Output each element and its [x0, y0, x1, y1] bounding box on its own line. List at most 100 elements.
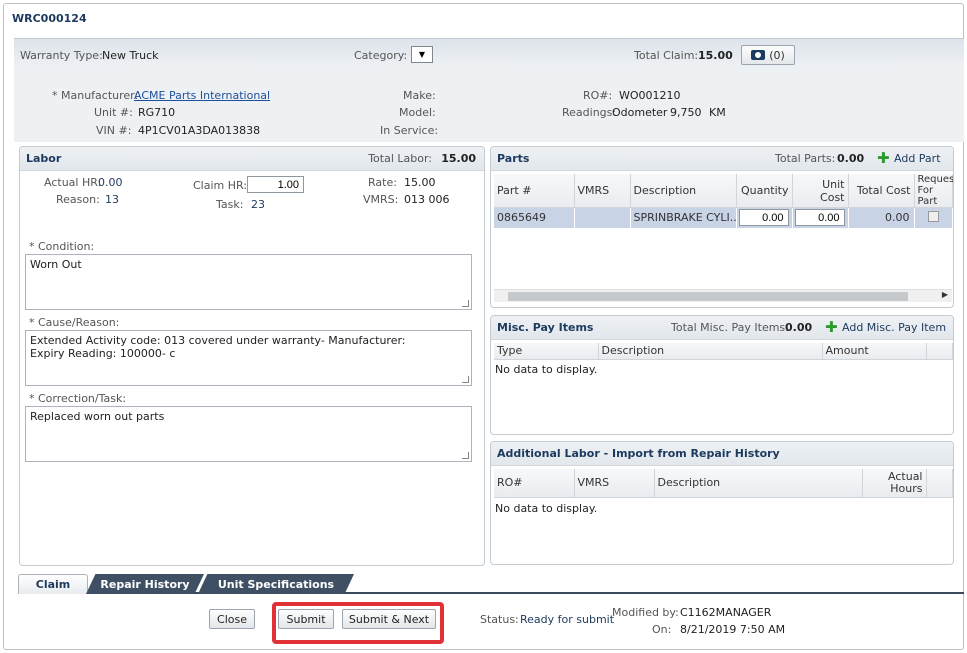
table-row[interactable]: 0865649 SPRINBRAKE CYLI... 0.00: [494, 207, 952, 228]
claim-hr-input[interactable]: [247, 176, 304, 193]
cause-label: * Cause/Reason:: [29, 316, 120, 329]
resize-handle-icon[interactable]: [462, 452, 469, 459]
vin-value: 4P1CV01A3DA013838: [138, 124, 261, 137]
claim-window: WRC000124 Warranty Type: New Truck Categ…: [3, 3, 964, 650]
modified-by-label: Modified by:: [612, 606, 679, 619]
model-label: Model:: [399, 106, 436, 119]
additional-labor-table-header: RO# VMRS Description Actual Hours: [494, 469, 953, 498]
arrow-right-icon[interactable]: ▶: [942, 290, 948, 299]
warranty-type-value: New Truck: [102, 49, 159, 62]
col-vmrs[interactable]: VMRS: [574, 469, 655, 498]
col-part-number[interactable]: Part #: [494, 174, 575, 208]
submit-next-button[interactable]: Submit & Next: [342, 609, 436, 629]
misc-pay-table: Type Description Amount: [494, 343, 953, 360]
parts-table-header: Part # VMRS Description Quantity Unit Co…: [494, 174, 953, 208]
parts-table: Part # VMRS Description Quantity Unit Co…: [494, 174, 953, 228]
attachments-button[interactable]: (0): [741, 45, 795, 65]
task-value: 23: [251, 198, 265, 211]
labor-title: Labor: [26, 152, 62, 165]
modified-by-value: C1162MANAGER: [680, 606, 772, 619]
additional-labor-panel: Additional Labor - Import from Repair Hi…: [490, 441, 954, 565]
description-cell: SPRINBRAKE CYLI...: [630, 207, 737, 228]
reason-label: Reason:: [56, 193, 100, 206]
col-ro-number[interactable]: RO#: [494, 469, 575, 498]
col-request-for-part[interactable]: Request For Part: [914, 174, 953, 208]
col-total-cost[interactable]: Total Cost: [848, 174, 915, 208]
manufacturer-link[interactable]: ACME Parts International: [134, 89, 270, 102]
cause-text-line-2: Expiry Reading: 100000- c: [30, 347, 176, 360]
col-filler: [926, 343, 953, 360]
manufacturer-label: * Manufacturer:: [52, 89, 139, 102]
additional-labor-panel-header: Additional Labor - Import from Repair Hi…: [491, 442, 953, 466]
total-claim-label: Total Claim:: [634, 49, 699, 62]
vmrs-value: 013 006: [404, 193, 450, 206]
quantity-input[interactable]: [738, 209, 789, 227]
misc-pay-table-header: Type Description Amount: [494, 343, 953, 360]
col-description[interactable]: Description: [630, 174, 737, 208]
total-labor-value: 15.00: [441, 152, 476, 165]
task-label: Task:: [216, 198, 244, 211]
col-type[interactable]: Type: [494, 343, 599, 360]
col-filler: [926, 469, 953, 498]
add-misc-link[interactable]: Add Misc. Pay Item: [842, 321, 946, 334]
triangle-down-icon: ▼: [418, 50, 426, 59]
modified-on-value: 8/21/2019 7:50 AM: [680, 623, 786, 636]
condition-textarea[interactable]: Worn Out: [25, 254, 472, 310]
request-for-part-checkbox[interactable]: [927, 210, 939, 222]
tab-unit-specifications[interactable]: Unit Specifications: [198, 574, 354, 594]
resize-handle-icon[interactable]: [462, 300, 469, 307]
col-actual-hours[interactable]: Actual Hours: [862, 469, 927, 498]
parts-horizontal-scrollbar[interactable]: ▶: [494, 289, 952, 302]
tab-claim[interactable]: Claim: [18, 574, 88, 594]
unit-value: RG710: [138, 106, 176, 119]
rate-value: 15.00: [404, 176, 436, 189]
col-unit-cost[interactable]: Unit Cost: [792, 174, 849, 208]
tab-repair-history[interactable]: Repair History: [86, 574, 204, 594]
cause-textarea[interactable]: Extended Activity code: 013 covered unde…: [25, 330, 472, 386]
additional-empty-message: No data to display.: [495, 502, 598, 515]
labor-panel: Labor Total Labor: 15.00 Actual HR: 0.00…: [19, 146, 485, 566]
add-part-icon[interactable]: ✚: [877, 151, 890, 166]
correction-label: * Correction/Task:: [29, 392, 127, 405]
col-vmrs[interactable]: VMRS: [574, 174, 631, 208]
reason-value: 13: [105, 193, 119, 206]
condition-text: Worn Out: [30, 258, 82, 271]
ro-value: WO001210: [619, 89, 681, 102]
col-quantity[interactable]: Quantity: [736, 174, 793, 208]
claim-header: Warranty Type: New Truck Category: ▼ Tot…: [14, 38, 964, 142]
scrollbar-thumb[interactable]: [508, 292, 908, 301]
add-part-link[interactable]: Add Part: [894, 152, 941, 165]
total-cost-cell: 0.00: [848, 207, 915, 228]
col-amount[interactable]: Amount: [822, 343, 927, 360]
unit-cost-cell: [792, 207, 849, 228]
category-label: Category:: [354, 49, 408, 62]
misc-pay-title: Misc. Pay Items: [497, 321, 594, 334]
quantity-cell: [736, 207, 793, 228]
parts-panel: Parts Total Parts: 0.00 ✚ Add Part Part …: [490, 146, 954, 308]
category-dropdown[interactable]: ▼: [411, 46, 433, 63]
tab-bar: Claim Repair History Unit Specifications: [18, 574, 964, 594]
misc-empty-message: No data to display.: [495, 363, 598, 376]
claim-title: WRC000124: [12, 12, 87, 25]
unit-cost-input[interactable]: [794, 209, 845, 227]
part-number-cell: 0865649: [494, 207, 575, 228]
resize-handle-icon[interactable]: [462, 376, 469, 383]
col-description[interactable]: Description: [598, 343, 823, 360]
readings-label: Readings:: [562, 106, 617, 119]
readings-type: Odometer: [612, 106, 668, 119]
correction-textarea[interactable]: Replaced worn out parts: [25, 406, 472, 462]
parts-title: Parts: [497, 152, 530, 165]
additional-labor-title: Additional Labor - Import from Repair Hi…: [497, 447, 780, 460]
cause-text-line-1: Extended Activity code: 013 covered unde…: [30, 334, 406, 347]
col-description[interactable]: Description: [654, 469, 863, 498]
vin-label: VIN #:: [96, 124, 132, 137]
submit-button[interactable]: Submit: [278, 609, 334, 629]
total-parts-value: 0.00: [837, 152, 865, 165]
in-service-label: In Service:: [380, 124, 439, 137]
close-button[interactable]: Close: [209, 609, 255, 629]
add-misc-icon[interactable]: ✚: [825, 320, 838, 335]
misc-pay-panel: Misc. Pay Items Total Misc. Pay Items: 0…: [490, 315, 954, 435]
rate-label: Rate:: [368, 176, 397, 189]
camera-icon: [751, 50, 766, 60]
total-parts-label: Total Parts:: [775, 152, 836, 165]
